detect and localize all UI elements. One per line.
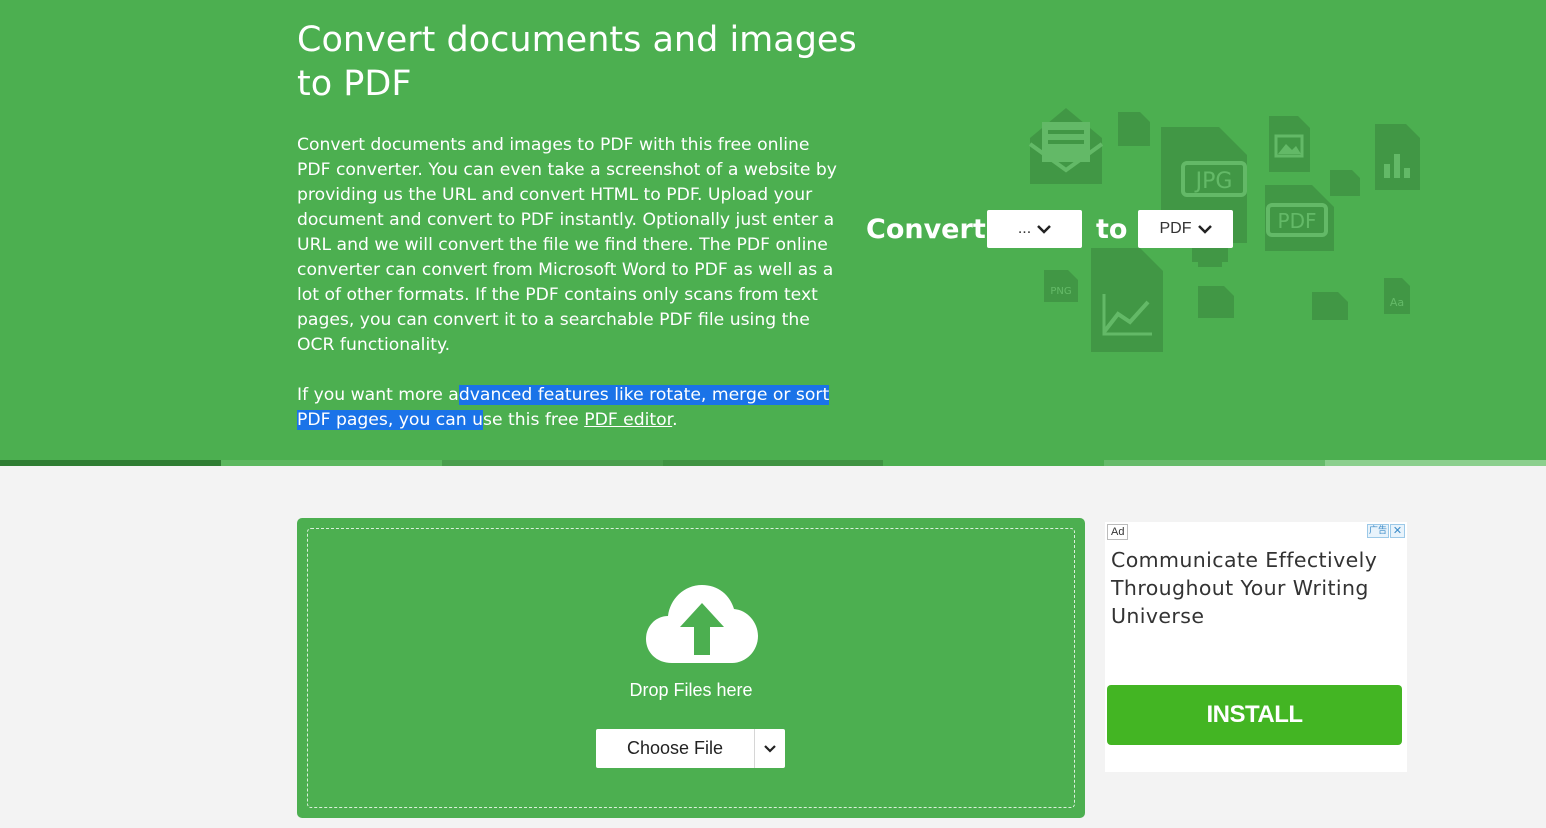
pdf-label: PDF [1278, 209, 1317, 233]
hero-description: Convert documents and images to PDF with… [297, 133, 842, 458]
xls-file-icon [1312, 292, 1348, 320]
font-file-icon: Aa [1384, 278, 1410, 314]
ad-info-icon[interactable]: 广告 [1367, 524, 1389, 538]
chevron-down-icon [1197, 225, 1212, 234]
to-format-value: PDF [1159, 220, 1192, 237]
more-text-suffix: se this free [483, 410, 585, 430]
to-format-select[interactable]: PDF [1138, 210, 1233, 248]
upload-dropzone[interactable]: Drop Files here Choose File [297, 518, 1085, 818]
more-text-end: . [672, 410, 678, 430]
cloud-upload-icon [646, 585, 758, 663]
to-label: to [1096, 214, 1128, 245]
install-button[interactable]: INSTALL [1107, 685, 1402, 745]
from-format-value: ... [1017, 220, 1032, 237]
ad-badge: Ad [1107, 524, 1129, 540]
advanced-features-paragraph: If you want more advanced features like … [297, 383, 842, 433]
drop-files-text: Drop Files here [629, 680, 753, 700]
description-paragraph: Convert documents and images to PDF with… [297, 135, 837, 355]
ad-close-icon[interactable]: ✕ [1390, 524, 1405, 538]
envelope-icon [1028, 108, 1104, 184]
choose-file-button[interactable]: Choose File [596, 729, 754, 768]
jpg-label: JPG [1194, 169, 1233, 194]
page-title: Convert documents and images to PDF [297, 20, 857, 104]
font-label: Aa [1390, 296, 1404, 309]
pdf-editor-link[interactable]: PDF editor [584, 410, 672, 430]
chevron-down-icon [1037, 225, 1052, 234]
choose-file-group: Choose File [596, 729, 785, 768]
chart-file-icon [1375, 124, 1420, 190]
ad-headline[interactable]: Communicate Effectively Throughout Your … [1111, 546, 1401, 630]
doc-file-icon [1198, 286, 1234, 318]
pdf-file-icon: PDF [1265, 185, 1334, 251]
choose-source-dropdown[interactable] [754, 729, 785, 768]
ad-panel: Ad 广告 ✕ Communicate Effectively Througho… [1105, 522, 1407, 772]
dropzone-border: Drop Files here Choose File [307, 528, 1075, 808]
png-label: PNG [1050, 286, 1071, 297]
file-icon [1118, 112, 1150, 146]
from-format-select[interactable]: ... [987, 210, 1082, 248]
chevron-down-icon [764, 744, 776, 753]
more-text-prefix: If you want more a [297, 385, 459, 405]
convert-label: Convert [866, 214, 986, 245]
image-file-icon [1269, 116, 1310, 172]
hero-bottom-stripe [0, 460, 1546, 466]
hero-section: Convert documents and images to PDF Conv… [0, 0, 1546, 466]
graph-file-icon [1091, 248, 1163, 352]
png-file-icon: PNG [1044, 270, 1078, 302]
